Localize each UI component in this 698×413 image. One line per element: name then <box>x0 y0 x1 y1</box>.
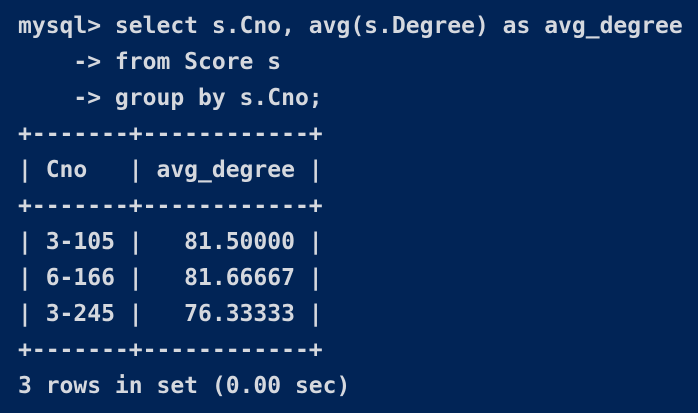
table-border-header: +-------+------------+ <box>18 193 323 219</box>
query-line-from: -> from Score s <box>18 49 282 75</box>
query-line-select: mysql> select s.Cno, avg(s.Degree) as av… <box>18 13 683 39</box>
table-row: | 3-105 | 81.50000 | <box>18 229 323 255</box>
result-summary: 3 rows in set (0.00 sec) <box>18 373 351 399</box>
terminal-window[interactable]: mysql> select s.Cno, avg(s.Degree) as av… <box>0 0 698 413</box>
table-border-top: +-------+------------+ <box>18 121 323 147</box>
table-row: | 6-166 | 81.66667 | <box>18 265 323 291</box>
query-line-group-by: -> group by s.Cno; <box>18 85 323 111</box>
table-border-bottom: +-------+------------+ <box>18 337 323 363</box>
table-header-row: | Cno | avg_degree | <box>18 157 323 183</box>
table-row: | 3-245 | 76.33333 | <box>18 301 323 327</box>
